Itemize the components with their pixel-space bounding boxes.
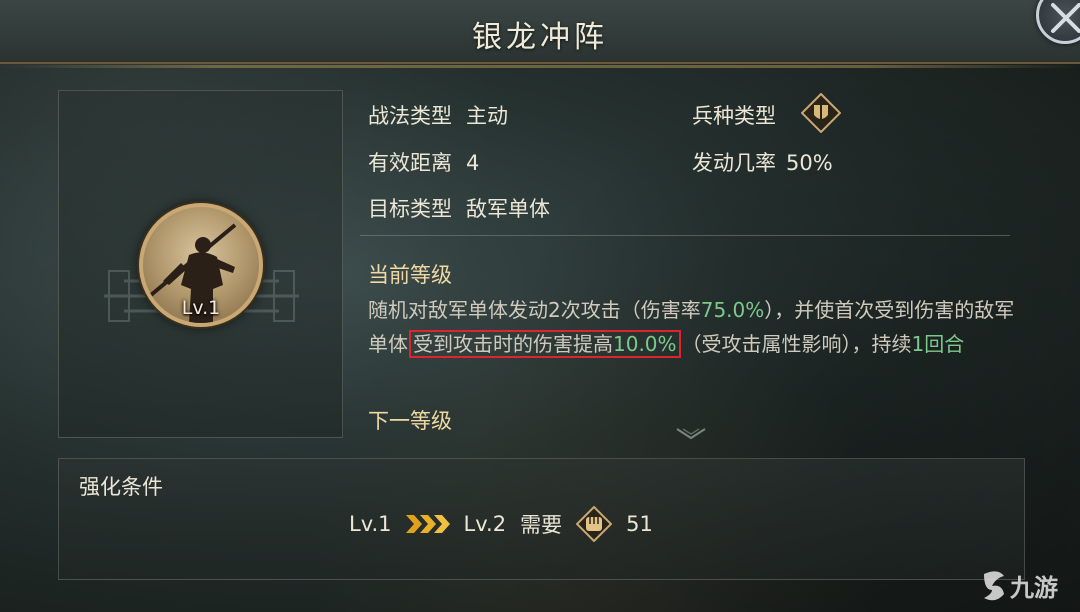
watermark-logo: 九游 <box>978 566 1070 606</box>
need-label: 需要 <box>520 513 563 537</box>
next-level-title: 下一等级 <box>368 409 452 433</box>
highlight-value: 10.0% <box>613 332 677 356</box>
tactic-type-label: 战法类型 <box>368 104 452 128</box>
range-label: 有效距离 <box>368 151 452 175</box>
shield-troop-icon[interactable] <box>801 93 841 133</box>
skill-description: 随机对敌军单体发动2次攻击（伤害率75.0%），并使首次受到伤害的敌军单体 受到攻… <box>368 293 1018 361</box>
highlight-text: 受到攻击时的伤害提高 <box>413 332 613 356</box>
to-level: Lv.2 <box>463 512 507 536</box>
desc-text-1: 随机对敌军单体发动2次攻击（伤害率 <box>368 298 701 322</box>
skill-title: 银龙冲阵 <box>472 20 608 55</box>
skill-icon-panel: Lv.1 <box>58 90 343 438</box>
fist-token-icon <box>576 506 613 542</box>
from-level: Lv.1 <box>349 512 392 536</box>
tactic-type-value: 主动 <box>466 104 508 128</box>
cost-value: 51 <box>626 512 653 536</box>
tactic-type-row: 战法类型 主动 <box>368 100 508 130</box>
upgrade-requirement: Lv.1 Lv.2 需要 51 <box>349 506 667 542</box>
chance-value: 50% <box>786 151 833 175</box>
enhance-title: 强化条件 <box>79 475 163 499</box>
duration-value: 1回合 <box>911 332 965 356</box>
damage-rate-value: 75.0% <box>700 298 765 322</box>
highlighted-effect: 受到攻击时的伤害提高10.0% <box>409 330 681 358</box>
current-level-title: 当前等级 <box>368 263 452 287</box>
close-icon <box>1051 3 1080 33</box>
target-row: 目标类型 敌军单体 <box>368 193 550 223</box>
target-value: 敌军单体 <box>466 197 550 221</box>
jiuyou-logo-icon: 九游 <box>984 571 1058 602</box>
target-label: 目标类型 <box>368 197 452 221</box>
chance-row: 发动几率 50% <box>692 147 833 177</box>
range-value: 4 <box>466 151 480 175</box>
desc-text-3: （受攻击属性影响），持续 <box>681 332 912 356</box>
triple-chevron-icon <box>405 515 450 533</box>
divider <box>360 235 1010 236</box>
troop-type-label: 兵种类型 <box>692 104 776 128</box>
chance-label: 发动几率 <box>692 151 776 175</box>
troop-type-row: 兵种类型 <box>692 100 776 130</box>
watermark-text: 九游 <box>1009 574 1058 602</box>
skill-medallion[interactable]: Lv.1 <box>139 203 263 327</box>
enhance-panel: 强化条件 Lv.1 Lv.2 需要 51 <box>58 458 1025 580</box>
range-row: 有效距离 4 <box>368 147 479 177</box>
title-bar: 银龙冲阵 <box>0 0 1080 68</box>
skill-level-label: Lv.1 <box>181 297 221 319</box>
chevron-down-icon[interactable] <box>674 426 708 442</box>
